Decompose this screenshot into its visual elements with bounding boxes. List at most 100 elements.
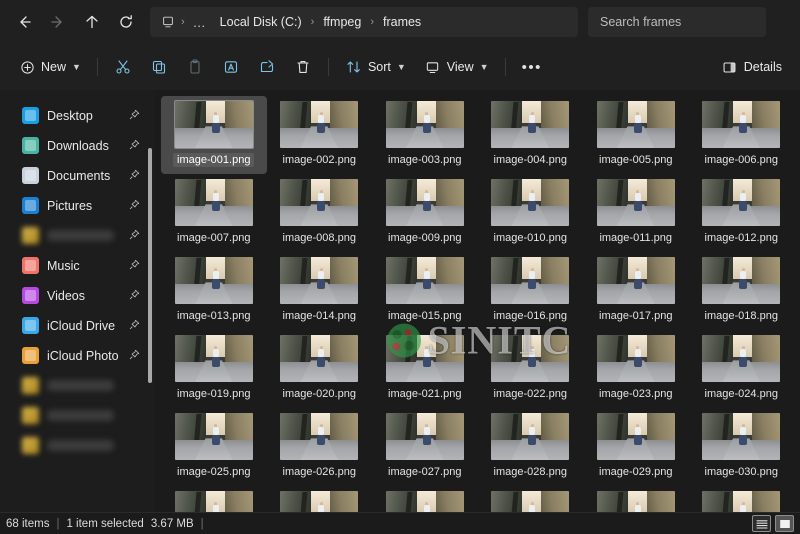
file-tile[interactable]: image-004.png [478, 96, 584, 174]
sort-button[interactable]: Sort ▼ [337, 52, 414, 82]
delete-button[interactable] [286, 52, 320, 82]
copy-button[interactable] [142, 52, 176, 82]
file-tile[interactable]: image-015.png [372, 252, 478, 330]
sidebar-item-icloud-drive[interactable]: iCloud Drive [4, 311, 147, 340]
file-tile[interactable]: image-007.png [161, 174, 267, 252]
file-list-pane[interactable]: image-001.png image-002.png image-003.png i… [155, 90, 800, 515]
pin-icon[interactable] [128, 259, 141, 273]
more-options-button[interactable]: ••• [514, 52, 550, 82]
file-tile[interactable]: image-013.png [161, 252, 267, 330]
breadcrumb-item-0[interactable]: Local Disk (C:) [214, 13, 308, 31]
pin-icon[interactable] [128, 229, 141, 243]
pin-icon[interactable] [128, 199, 141, 213]
file-name-label: image-025.png [177, 466, 251, 478]
file-tile[interactable]: image-026.png [267, 408, 373, 486]
search-input[interactable]: Search frames [588, 7, 766, 37]
file-tile[interactable]: image-010.png [478, 174, 584, 252]
file-tile[interactable]: image-016.png [478, 252, 584, 330]
folder-icon [22, 407, 39, 424]
sidebar-item-hidden-9[interactable] [4, 371, 147, 400]
file-tile[interactable]: image-019.png [161, 330, 267, 408]
file-tile[interactable] [689, 486, 795, 515]
file-tile[interactable]: image-024.png [689, 330, 795, 408]
chevron-down-icon: ▼ [396, 61, 406, 72]
file-tile[interactable]: image-003.png [372, 96, 478, 174]
sidebar-item-label [47, 230, 114, 241]
pin-icon[interactable] [128, 289, 141, 303]
up-button[interactable] [76, 7, 108, 37]
sidebar-item-documents[interactable]: Documents [4, 161, 147, 190]
file-tile[interactable]: image-017.png [583, 252, 689, 330]
file-tile[interactable]: image-012.png [689, 174, 795, 252]
list-view-button[interactable] [752, 515, 771, 532]
details-pane-button[interactable]: Details [713, 52, 790, 82]
sidebar-item-videos[interactable]: Videos [4, 281, 147, 310]
breadcrumb-item-1[interactable]: ffmpeg [317, 13, 367, 31]
file-tile[interactable]: image-027.png [372, 408, 478, 486]
sidebar-item-hidden-11[interactable] [4, 431, 147, 460]
file-tile[interactable] [161, 486, 267, 515]
file-name-label: image-007.png [177, 232, 251, 244]
pictures-icon [22, 197, 39, 214]
sidebar-item-desktop[interactable]: Desktop [4, 101, 147, 130]
pin-icon[interactable] [128, 109, 141, 123]
sidebar-item-hidden-10[interactable] [4, 401, 147, 430]
file-tile[interactable]: image-021.png [372, 330, 478, 408]
file-tile[interactable]: image-001.png [161, 96, 267, 174]
refresh-button[interactable] [110, 7, 142, 37]
pin-icon[interactable] [128, 169, 141, 183]
file-thumbnail [385, 179, 464, 226]
file-tile[interactable] [478, 486, 584, 515]
breadcrumb-item-2[interactable]: frames [377, 13, 427, 31]
file-tile[interactable]: image-006.png [689, 96, 795, 174]
file-name-label: image-005.png [599, 154, 673, 166]
file-tile[interactable]: image-008.png [267, 174, 373, 252]
sidebar-list: Desktop Downloads Documents Pictures Music Vi… [0, 101, 155, 460]
file-tile[interactable]: image-028.png [478, 408, 584, 486]
cut-button[interactable] [106, 52, 140, 82]
file-tile[interactable]: image-011.png [583, 174, 689, 252]
file-tile[interactable]: image-014.png [267, 252, 373, 330]
file-thumbnail [702, 413, 781, 460]
file-tile[interactable]: image-005.png [583, 96, 689, 174]
search-placeholder: Search frames [600, 15, 682, 29]
file-tile[interactable]: image-030.png [689, 408, 795, 486]
paste-button[interactable] [178, 52, 212, 82]
sidebar-item-downloads[interactable]: Downloads [4, 131, 147, 160]
file-tile[interactable]: image-023.png [583, 330, 689, 408]
share-button[interactable] [250, 52, 284, 82]
new-button[interactable]: New ▼ [10, 52, 89, 82]
rename-button[interactable] [214, 52, 248, 82]
view-button[interactable]: View ▼ [416, 52, 497, 82]
sidebar-item-hidden-4[interactable] [4, 221, 147, 250]
file-thumbnail [596, 101, 675, 148]
sidebar-item-icloud-photo[interactable]: iCloud Photo [4, 341, 147, 370]
file-tile[interactable]: image-029.png [583, 408, 689, 486]
file-tile[interactable] [372, 486, 478, 515]
file-name-label: image-014.png [282, 310, 356, 322]
sidebar-scrollbar[interactable] [148, 148, 152, 383]
breadcrumb[interactable]: › … Local Disk (C:) › ffmpeg › frames [150, 7, 578, 37]
file-name-label: image-011.png [599, 232, 673, 244]
file-tile[interactable] [583, 486, 689, 515]
file-tile[interactable]: image-009.png [372, 174, 478, 252]
pin-icon[interactable] [128, 319, 141, 333]
file-thumbnail [491, 101, 570, 148]
share-icon [258, 58, 276, 76]
address-bar-row: › … Local Disk (C:) › ffmpeg › frames Se… [0, 0, 800, 44]
file-tile[interactable]: image-018.png [689, 252, 795, 330]
sidebar-item-pictures[interactable]: Pictures [4, 191, 147, 220]
breadcrumb-overflow[interactable]: … [188, 15, 212, 30]
pin-icon[interactable] [128, 349, 141, 363]
large-icons-view-button[interactable] [775, 515, 794, 532]
file-name-label: image-019.png [177, 388, 251, 400]
pin-icon[interactable] [128, 139, 141, 153]
file-tile[interactable]: image-025.png [161, 408, 267, 486]
file-tile[interactable]: image-022.png [478, 330, 584, 408]
file-tile[interactable]: image-002.png [267, 96, 373, 174]
back-button[interactable] [8, 7, 40, 37]
file-tile[interactable]: image-020.png [267, 330, 373, 408]
sidebar-item-music[interactable]: Music [4, 251, 147, 280]
file-tile[interactable] [267, 486, 373, 515]
forward-button[interactable] [42, 7, 74, 37]
